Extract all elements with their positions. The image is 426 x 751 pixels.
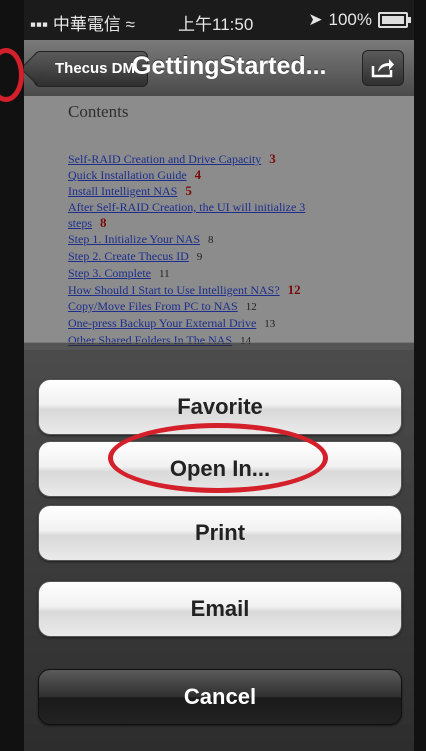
battery-indicator: ➤ 100%: [308, 10, 411, 30]
toc-link[interactable]: Quick Installation Guide: [68, 168, 187, 182]
toc-item[interactable]: Quick Installation Guide 4: [68, 167, 305, 183]
toc-item[interactable]: steps 8: [68, 215, 305, 231]
screen: ▪▪▪ 中華電信 ≈ 上午11:50 ➤ 100% Thecus DM Gett…: [24, 0, 414, 751]
navigation-bar: Thecus DM GettingStarted...: [24, 40, 414, 97]
wifi-icon: ≈: [125, 15, 135, 34]
back-button-label: Thecus DM: [55, 60, 136, 77]
toc-page: 8: [100, 215, 107, 230]
favorite-button[interactable]: Favorite: [38, 379, 402, 435]
toc-item[interactable]: One-press Backup Your External Drive 13: [68, 315, 305, 332]
bezel-right: [414, 0, 426, 751]
battery-percent: 100%: [328, 10, 372, 29]
toc-link[interactable]: How Should I Start to Use Intelligent NA…: [68, 283, 280, 297]
status-bar: ▪▪▪ 中華電信 ≈ 上午11:50 ➤ 100%: [24, 0, 414, 40]
toc-item[interactable]: How Should I Start to Use Intelligent NA…: [68, 282, 305, 298]
toc-page: 3: [269, 151, 276, 166]
location-arrow-icon: ➤: [308, 10, 323, 29]
toc-link[interactable]: Step 3. Complete: [68, 266, 151, 280]
toc-page: 8: [208, 234, 214, 246]
toc-link[interactable]: Self-RAID Creation and Drive Capacity: [68, 152, 261, 166]
toc-link[interactable]: Copy/Move Files From PC to NAS: [68, 299, 238, 313]
table-of-contents: Self-RAID Creation and Drive Capacity 3 Q…: [68, 151, 305, 349]
document-title: GettingStarted...: [132, 52, 327, 80]
email-button[interactable]: Email: [38, 581, 402, 637]
toc-link[interactable]: One-press Backup Your External Drive: [68, 316, 256, 330]
contents-heading: Contents: [68, 102, 129, 121]
toc-link[interactable]: Install Intelligent NAS: [68, 184, 177, 198]
toc-link[interactable]: Step 2. Create Thecus ID: [68, 249, 189, 263]
toc-item[interactable]: Step 1. Initialize Your NAS 8: [68, 231, 305, 248]
bezel-left: [0, 0, 24, 751]
status-time: 上午11:50: [178, 15, 254, 34]
toc-page: 11: [159, 268, 170, 280]
toc-link[interactable]: Step 1. Initialize Your NAS: [68, 232, 200, 246]
share-button[interactable]: [362, 50, 404, 86]
share-icon: [371, 59, 394, 78]
battery-icon: [378, 12, 411, 28]
print-button[interactable]: Print: [38, 505, 402, 561]
toc-item[interactable]: Copy/Move Files From PC to NAS 12: [68, 298, 305, 315]
toc-page: 12: [287, 282, 301, 297]
toc-link[interactable]: After Self-RAID Creation, the UI will in…: [68, 200, 305, 214]
signal-icon: ▪▪▪: [30, 15, 49, 34]
toc-item[interactable]: Step 2. Create Thecus ID 9: [68, 248, 305, 265]
toc-link[interactable]: steps: [68, 216, 92, 230]
toc-page: 9: [196, 251, 203, 263]
toc-page: 4: [194, 167, 202, 182]
toc-page: 13: [264, 318, 276, 330]
carrier-indicator: ▪▪▪ 中華電信 ≈: [30, 10, 135, 35]
open-in-button[interactable]: Open In...: [38, 441, 402, 497]
cancel-button[interactable]: Cancel: [38, 669, 402, 725]
toc-item[interactable]: Install Intelligent NAS 5: [68, 183, 305, 199]
action-sheet: Favorite Open In... Print Email Cancel: [24, 342, 414, 751]
toc-item[interactable]: Self-RAID Creation and Drive Capacity 3: [68, 151, 305, 167]
toc-item[interactable]: After Self-RAID Creation, the UI will in…: [68, 199, 305, 215]
phone-frame: ▪▪▪ 中華電信 ≈ 上午11:50 ➤ 100% Thecus DM Gett…: [0, 0, 426, 751]
back-button[interactable]: Thecus DM: [34, 51, 149, 87]
toc-item[interactable]: Step 3. Complete 11: [68, 265, 305, 282]
toc-page: 12: [245, 301, 257, 313]
toc-page: 5: [185, 183, 192, 198]
carrier-name: 中華電信: [52, 15, 121, 34]
